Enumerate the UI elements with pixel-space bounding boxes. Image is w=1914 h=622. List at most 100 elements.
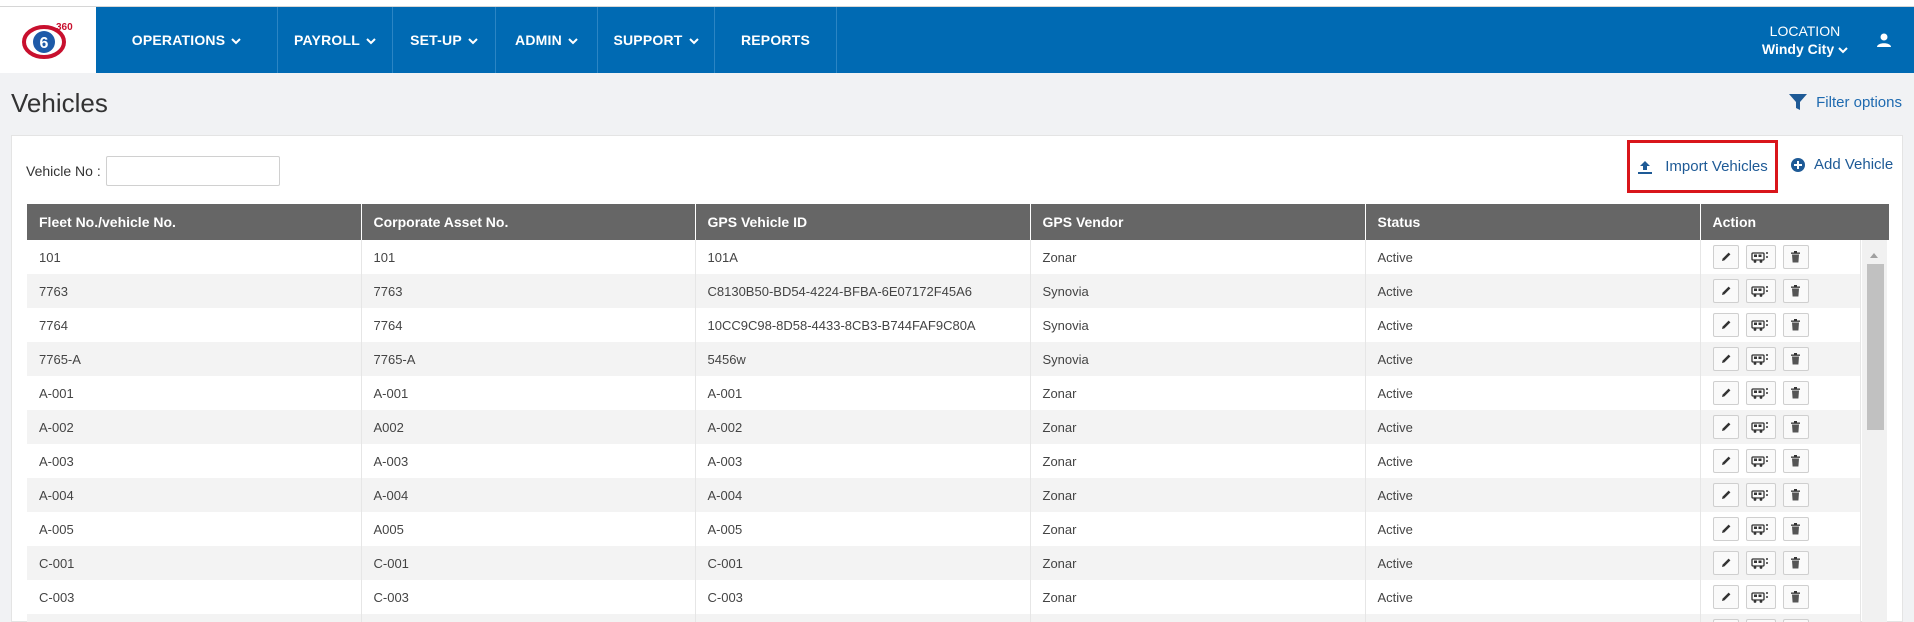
table-row[interactable]: C-001 C-001 C-001 Zonar Active (27, 546, 1861, 580)
table-cell: A-001 (27, 376, 362, 410)
row-actions (1700, 308, 1861, 342)
nav-item-set-up[interactable]: SET-UP (393, 7, 496, 73)
scrollbar-thumb[interactable] (1867, 264, 1884, 430)
table-row[interactable]: A-002 A002 A-002 Zonar Active (27, 410, 1861, 444)
row-actions (1700, 546, 1861, 580)
delete-icon (1790, 591, 1801, 603)
table-cell: 101 (27, 240, 362, 274)
delete-icon (1790, 523, 1801, 535)
row-actions (1700, 478, 1861, 512)
import-vehicles-button[interactable]: Import Vehicles (1627, 140, 1778, 193)
bus-settings-button[interactable] (1745, 279, 1776, 303)
bus-settings-icon (1750, 556, 1771, 570)
table-cell: A005 (361, 512, 696, 546)
table-row[interactable]: A-004 A-004 A-004 Zonar Active (27, 478, 1861, 512)
table-row[interactable]: 101 101 101A Zonar Active (27, 240, 1861, 274)
delete-button[interactable] (1782, 483, 1809, 507)
delete-icon (1790, 387, 1801, 399)
edit-button[interactable] (1712, 415, 1739, 439)
column-header: Fleet No./vehicle No. (27, 204, 362, 240)
delete-button[interactable] (1782, 347, 1809, 371)
filter-icon (1789, 94, 1808, 110)
table-scrollbar[interactable] (1862, 240, 1887, 622)
bus-settings-button[interactable] (1745, 347, 1776, 371)
edit-button[interactable] (1712, 245, 1739, 269)
page-title: Vehicles (11, 88, 108, 118)
table-row[interactable]: 7764 7764 10CC9C98-8D58-4433-8CB3-B744FAF9… (27, 308, 1861, 342)
nav-item-payroll[interactable]: PAYROLL (278, 7, 393, 73)
edit-button[interactable] (1712, 347, 1739, 371)
location-label: LOCATION (1769, 22, 1841, 39)
table-cell: Active (1365, 410, 1701, 444)
delete-button[interactable] (1782, 551, 1809, 575)
delete-button[interactable] (1782, 381, 1809, 405)
add-vehicle-button[interactable]: Add Vehicle (1790, 156, 1893, 173)
vehicle-no-input[interactable] (105, 156, 280, 186)
top-navbar: 6 360 OPERATIONS PAYROLL SET-UP ADMIN SUPPOR… (0, 7, 1914, 73)
table-row[interactable]: A-003 A-003 A-003 Zonar Active (27, 444, 1861, 478)
table-row[interactable]: C-003 C-003 C-003 Zonar Active (27, 580, 1861, 614)
row-actions (1700, 580, 1861, 614)
table-row[interactable]: A-005 A005 A-005 Zonar Active (27, 512, 1861, 546)
row-actions (1700, 376, 1861, 410)
edit-button[interactable] (1712, 279, 1739, 303)
bus-settings-button[interactable] (1745, 381, 1776, 405)
edit-button[interactable] (1712, 483, 1739, 507)
vehicles-panel: Vehicle No : Import Vehicles Add Vehicle… (11, 135, 1903, 622)
delete-button[interactable] (1782, 517, 1809, 541)
bus-settings-button[interactable] (1745, 245, 1776, 269)
nav-item-admin[interactable]: ADMIN (496, 7, 598, 73)
table-cell: A-003 (27, 444, 362, 478)
edit-icon (1720, 523, 1732, 535)
table-body: 101 101 101A Zonar Active 7763 7763 C8130B50-BD… (27, 240, 1861, 622)
table-cell: 7763 (27, 274, 362, 308)
edit-button[interactable] (1712, 517, 1739, 541)
table-row[interactable]: 7765-A 7765-A 5456w Synovia Active (27, 342, 1861, 376)
table-cell: 7764 (27, 308, 362, 342)
bus-settings-button[interactable] (1745, 313, 1776, 337)
edit-button[interactable] (1712, 381, 1739, 405)
location-selector[interactable]: LOCATION Windy City (1762, 23, 1848, 58)
nav-item-reports[interactable]: REPORTS (715, 7, 837, 73)
table-cell: A002 (361, 410, 696, 444)
edit-button[interactable] (1712, 551, 1739, 575)
app-logo[interactable]: 6 360 (0, 7, 96, 73)
nav-item-operations[interactable]: OPERATIONS (96, 7, 278, 73)
scroll-up-icon[interactable] (1869, 246, 1879, 264)
table-row[interactable]: A-001 A-001 A-001 Zonar Active (27, 376, 1861, 410)
delete-button[interactable] (1782, 245, 1809, 269)
bus-settings-button[interactable] (1745, 483, 1776, 507)
filter-options-button[interactable]: Filter options (1788, 92, 1902, 112)
delete-button[interactable] (1782, 585, 1809, 609)
table-row[interactable]: 7763 7763 C8130B50-BD54-4224-BFBA-6E07172F… (27, 274, 1861, 308)
bus-settings-button[interactable] (1745, 551, 1776, 575)
bus-settings-button[interactable] (1745, 517, 1776, 541)
bus-settings-button[interactable] (1745, 415, 1776, 439)
nav-item-label: REPORTS (740, 32, 811, 48)
table-cell (1365, 614, 1701, 622)
table-row[interactable] (27, 614, 1861, 622)
location-value: Windy City (1761, 40, 1835, 57)
table-cell: 7765-A (361, 342, 696, 376)
delete-button[interactable] (1782, 279, 1809, 303)
delete-button[interactable] (1782, 449, 1809, 473)
filter-options-label: Filter options (1816, 93, 1902, 111)
edit-button[interactable] (1712, 449, 1739, 473)
delete-icon (1790, 557, 1801, 569)
bus-settings-button[interactable] (1745, 449, 1776, 473)
nav-item-label: SUPPORT (613, 32, 683, 48)
edit-icon (1720, 285, 1732, 297)
bus-settings-icon (1750, 352, 1771, 366)
user-icon[interactable] (1876, 32, 1892, 48)
table-cell: C-003 (361, 580, 696, 614)
table-cell: 7764 (361, 308, 696, 342)
delete-button[interactable] (1782, 415, 1809, 439)
edit-button[interactable] (1712, 313, 1739, 337)
table-cell: A-001 (361, 376, 696, 410)
edit-button[interactable] (1712, 585, 1739, 609)
delete-button[interactable] (1782, 313, 1809, 337)
bus-settings-icon (1750, 318, 1771, 332)
bus-settings-icon (1750, 522, 1771, 536)
bus-settings-button[interactable] (1745, 585, 1776, 609)
nav-item-support[interactable]: SUPPORT (598, 7, 715, 73)
